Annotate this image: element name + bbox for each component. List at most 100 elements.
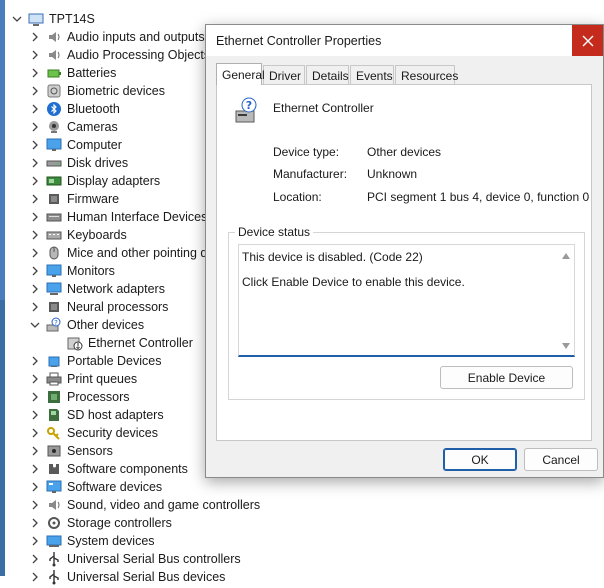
tree-item-label: Software devices — [67, 480, 163, 494]
tree-category[interactable]: Cameras — [28, 118, 118, 136]
tree-category[interactable]: Software components — [28, 460, 188, 478]
disabled-device-icon — [67, 335, 83, 351]
tree-category[interactable]: Bluetooth — [28, 100, 120, 118]
manufacturer-value: Unknown — [367, 167, 418, 181]
tree-item-label: Universal Serial Bus controllers — [67, 552, 241, 566]
chevron-right-icon[interactable] — [28, 388, 42, 406]
general-tab-panel: ? Ethernet Controller Device type: Other… — [216, 84, 592, 441]
tree-category[interactable]: Sound, video and game controllers — [28, 496, 260, 514]
tree-category[interactable]: Human Interface Devices — [28, 208, 207, 226]
chevron-right-icon[interactable] — [28, 460, 42, 478]
ok-button[interactable]: OK — [443, 448, 517, 471]
speaker-icon — [46, 29, 62, 45]
chevron-right-icon[interactable] — [28, 190, 42, 208]
dialog-title: Ethernet Controller Properties — [216, 34, 382, 48]
tree-category[interactable]: Biometric devices — [28, 82, 165, 100]
tab-details[interactable]: Details — [306, 65, 349, 85]
chevron-right-icon[interactable] — [28, 118, 42, 136]
chevron-right-icon[interactable] — [28, 406, 42, 424]
tab-events[interactable]: Events — [350, 65, 394, 85]
dialog-titlebar[interactable]: Ethernet Controller Properties — [206, 25, 603, 56]
tree-item-label: Software components — [67, 462, 188, 476]
tree-category[interactable]: Audio inputs and outputs — [28, 28, 205, 46]
tree-category[interactable]: Print queues — [28, 370, 137, 388]
scroll-down-icon[interactable] — [562, 343, 570, 349]
chevron-down-icon[interactable] — [28, 316, 42, 334]
bluetooth-icon — [46, 101, 62, 117]
tree-category[interactable]: Universal Serial Bus controllers — [28, 550, 241, 568]
chevron-right-icon[interactable] — [28, 100, 42, 118]
tree-category[interactable]: Storage controllers — [28, 514, 172, 532]
chevron-right-icon[interactable] — [28, 280, 42, 298]
tree-child-item[interactable]: Ethernet Controller — [45, 334, 193, 352]
chevron-right-icon[interactable] — [28, 28, 42, 46]
chevron-right-icon[interactable] — [28, 154, 42, 172]
tab-general[interactable]: General — [216, 63, 265, 85]
computer-root-icon — [28, 11, 44, 27]
chevron-right-icon[interactable] — [28, 496, 42, 514]
puzzle-icon — [46, 461, 62, 477]
chevron-right-icon[interactable] — [28, 424, 42, 442]
device-status-textbox[interactable]: This device is disabled. (Code 22) Click… — [238, 244, 575, 357]
chevron-right-icon[interactable] — [28, 208, 42, 226]
tree-category[interactable]: Network adapters — [28, 280, 165, 298]
chevron-right-icon[interactable] — [28, 82, 42, 100]
chevron-right-icon[interactable] — [28, 532, 42, 550]
chevron-right-icon[interactable] — [28, 262, 42, 280]
tree-category[interactable]: Universal Serial Bus devices — [28, 568, 225, 586]
chevron-right-icon[interactable] — [28, 442, 42, 460]
tree-item-label: Monitors — [67, 264, 115, 278]
status-line-1: This device is disabled. (Code 22) — [242, 250, 423, 264]
tree-item-label: Storage controllers — [67, 516, 172, 530]
tree-item-label: Keyboards — [67, 228, 127, 242]
close-button[interactable] — [572, 25, 603, 56]
tab-resources[interactable]: Resources — [395, 65, 458, 85]
chevron-right-icon[interactable] — [28, 172, 42, 190]
tree-category[interactable]: Processors — [28, 388, 130, 406]
tree-category[interactable]: Batteries — [28, 64, 116, 82]
tree-category[interactable]: Computer — [28, 136, 122, 154]
tree-item-label: Sound, video and game controllers — [67, 498, 261, 512]
tree-item-label: Display adapters — [67, 174, 161, 188]
chevron-right-icon[interactable] — [28, 550, 42, 568]
tree-category[interactable]: Disk drives — [28, 154, 128, 172]
chevron-right-icon[interactable] — [28, 244, 42, 262]
chevron-right-icon[interactable] — [28, 226, 42, 244]
tree-category[interactable]: ? Other devices — [28, 316, 144, 334]
tree-category[interactable]: Portable Devices — [28, 352, 162, 370]
tree-item-label: Ethernet Controller — [88, 336, 193, 350]
tab-driver[interactable]: Driver — [263, 65, 305, 85]
cpu-icon — [46, 389, 62, 405]
tree-category[interactable]: Neural processors — [28, 298, 168, 316]
printer-icon — [46, 371, 62, 387]
usb-icon — [46, 551, 62, 567]
hid-icon — [46, 209, 62, 225]
tree-category[interactable]: Display adapters — [28, 172, 160, 190]
tree-category[interactable]: Sensors — [28, 442, 113, 460]
tree-item-label: Audio inputs and outputs — [67, 30, 205, 44]
tree-category[interactable]: Firmware — [28, 190, 119, 208]
tree-category[interactable]: Monitors — [28, 262, 115, 280]
tree-root[interactable]: TPT14S — [10, 10, 95, 28]
chevron-right-icon[interactable] — [28, 136, 42, 154]
speaker-icon — [46, 497, 62, 513]
tree-category[interactable]: System devices — [28, 532, 155, 550]
speaker-icon — [46, 47, 62, 63]
chevron-right-icon[interactable] — [28, 64, 42, 82]
chevron-right-icon[interactable] — [28, 352, 42, 370]
tree-category[interactable]: Security devices — [28, 424, 158, 442]
tree-category[interactable]: Software devices — [28, 478, 162, 496]
chevron-right-icon[interactable] — [28, 568, 42, 586]
chevron-right-icon[interactable] — [28, 370, 42, 388]
enable-device-button[interactable]: Enable Device — [440, 366, 573, 389]
chevron-right-icon[interactable] — [28, 298, 42, 316]
chevron-right-icon[interactable] — [28, 514, 42, 532]
chevron-right-icon[interactable] — [28, 46, 42, 64]
keyboard-icon — [46, 227, 62, 243]
cancel-button[interactable]: Cancel — [524, 448, 598, 471]
tree-category[interactable]: Keyboards — [28, 226, 127, 244]
chevron-down-icon[interactable] — [10, 10, 24, 28]
scroll-up-icon[interactable] — [562, 253, 570, 259]
chevron-right-icon[interactable] — [28, 478, 42, 496]
tree-category[interactable]: SD host adapters — [28, 406, 164, 424]
